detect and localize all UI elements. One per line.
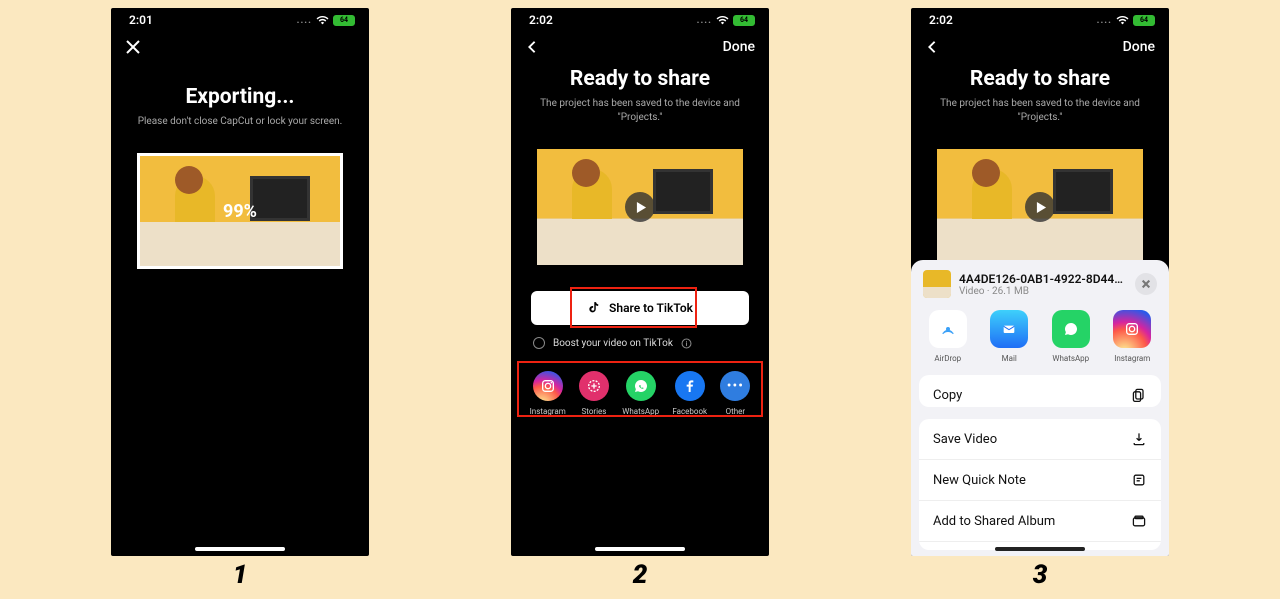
step-number: 2 xyxy=(633,560,648,590)
video-thumbnail xyxy=(923,270,951,298)
home-indicator[interactable] xyxy=(595,547,685,551)
video-preview: 99% xyxy=(137,153,343,269)
battery-icon: 64 xyxy=(1133,15,1155,26)
video-preview[interactable] xyxy=(537,149,743,265)
cell-signal-icon: .... xyxy=(297,15,312,26)
boost-option[interactable]: Boost your video on TikTok xyxy=(533,337,769,349)
share-tiktok-button[interactable]: Share to TikTok xyxy=(531,291,749,325)
cell-signal-icon: .... xyxy=(1097,15,1112,26)
action-save-video[interactable]: Save Video xyxy=(919,419,1161,460)
download-icon xyxy=(1131,431,1147,447)
airdrop-icon xyxy=(929,310,967,348)
info-icon[interactable] xyxy=(681,338,692,349)
instagram-icon xyxy=(1113,310,1151,348)
cell-signal-icon: .... xyxy=(697,15,712,26)
page-title: Ready to share xyxy=(911,67,1169,91)
mail-icon xyxy=(990,310,1028,348)
instagram-icon xyxy=(533,371,563,401)
home-indicator[interactable] xyxy=(995,547,1085,551)
step-number: 3 xyxy=(1033,560,1048,590)
page-subtitle: Please don't close CapCut or lock your s… xyxy=(111,115,369,129)
home-indicator[interactable] xyxy=(195,547,285,551)
share-instagram[interactable]: Instagram xyxy=(530,371,566,416)
play-icon[interactable] xyxy=(1025,192,1055,222)
radio-icon[interactable] xyxy=(533,337,545,349)
done-button[interactable]: Done xyxy=(723,39,755,55)
phone-screen-2: 2:02 .... 64 Done Ready to share The pro… xyxy=(511,8,769,556)
status-time: 2:02 xyxy=(529,13,553,27)
phone-screen-3: 2:02 .... 64 Done Ready to share The pro… xyxy=(911,8,1169,556)
action-shared-album[interactable]: Add to Shared Album xyxy=(919,501,1161,542)
whatsapp-icon xyxy=(626,371,656,401)
action-copy[interactable]: Copy xyxy=(919,375,1161,407)
status-bar: 2:01 .... 64 xyxy=(111,8,369,29)
play-icon[interactable] xyxy=(625,192,655,222)
copy-icon xyxy=(1131,387,1147,403)
share-sheet: 4A4DE126-0AB1-4922-8D44-... Video · 26.1… xyxy=(911,260,1169,556)
export-progress: 99% xyxy=(223,201,257,222)
status-time: 2:02 xyxy=(929,13,953,27)
close-icon xyxy=(1141,279,1151,289)
wifi-icon xyxy=(716,15,729,25)
video-preview[interactable] xyxy=(937,149,1143,265)
phone-screen-1: 2:01 .... 64 Exporting... Please don't c… xyxy=(111,8,369,556)
tiktok-icon xyxy=(587,301,601,315)
share-row: Instagram Stories WhatsApp Facebook xyxy=(511,359,769,422)
back-icon[interactable] xyxy=(525,40,539,54)
page-subtitle: The project has been saved to the device… xyxy=(511,97,769,125)
action-quick-note[interactable]: New Quick Note xyxy=(919,460,1161,501)
sheet-meta: Video · 26.1 MB xyxy=(959,286,1127,297)
app-instagram[interactable]: Instagram xyxy=(1113,310,1151,363)
stories-icon xyxy=(579,371,609,401)
share-other[interactable]: ••• Other xyxy=(720,371,750,416)
sheet-filename: 4A4DE126-0AB1-4922-8D44-... xyxy=(959,272,1127,286)
back-icon[interactable] xyxy=(925,40,939,54)
status-time: 2:01 xyxy=(129,13,153,27)
note-icon xyxy=(1131,472,1147,488)
close-icon[interactable] xyxy=(125,39,141,55)
close-sheet-button[interactable] xyxy=(1135,273,1157,295)
wifi-icon xyxy=(316,15,329,25)
share-stories[interactable]: Stories xyxy=(579,371,609,416)
done-button[interactable]: Done xyxy=(1123,39,1155,55)
more-icon: ••• xyxy=(720,371,750,401)
page-title: Exporting... xyxy=(111,85,369,109)
status-bar: 2:02 .... 64 xyxy=(911,8,1169,29)
boost-label: Boost your video on TikTok xyxy=(553,338,673,349)
status-bar: 2:02 .... 64 xyxy=(511,8,769,29)
app-mail[interactable]: Mail xyxy=(990,310,1028,363)
share-tiktok-label: Share to TikTok xyxy=(609,301,693,315)
page-subtitle: The project has been saved to the device… xyxy=(911,97,1169,125)
battery-icon: 64 xyxy=(733,15,755,26)
share-facebook[interactable]: Facebook xyxy=(672,371,707,416)
page-title: Ready to share xyxy=(511,67,769,91)
facebook-icon xyxy=(675,371,705,401)
album-icon xyxy=(1131,513,1147,529)
share-whatsapp[interactable]: WhatsApp xyxy=(622,371,659,416)
step-number: 1 xyxy=(233,560,248,590)
whatsapp-icon xyxy=(1052,310,1090,348)
app-airdrop[interactable]: AirDrop xyxy=(929,310,967,363)
battery-icon: 64 xyxy=(333,15,355,26)
app-whatsapp[interactable]: WhatsApp xyxy=(1052,310,1090,363)
wifi-icon xyxy=(1116,15,1129,25)
